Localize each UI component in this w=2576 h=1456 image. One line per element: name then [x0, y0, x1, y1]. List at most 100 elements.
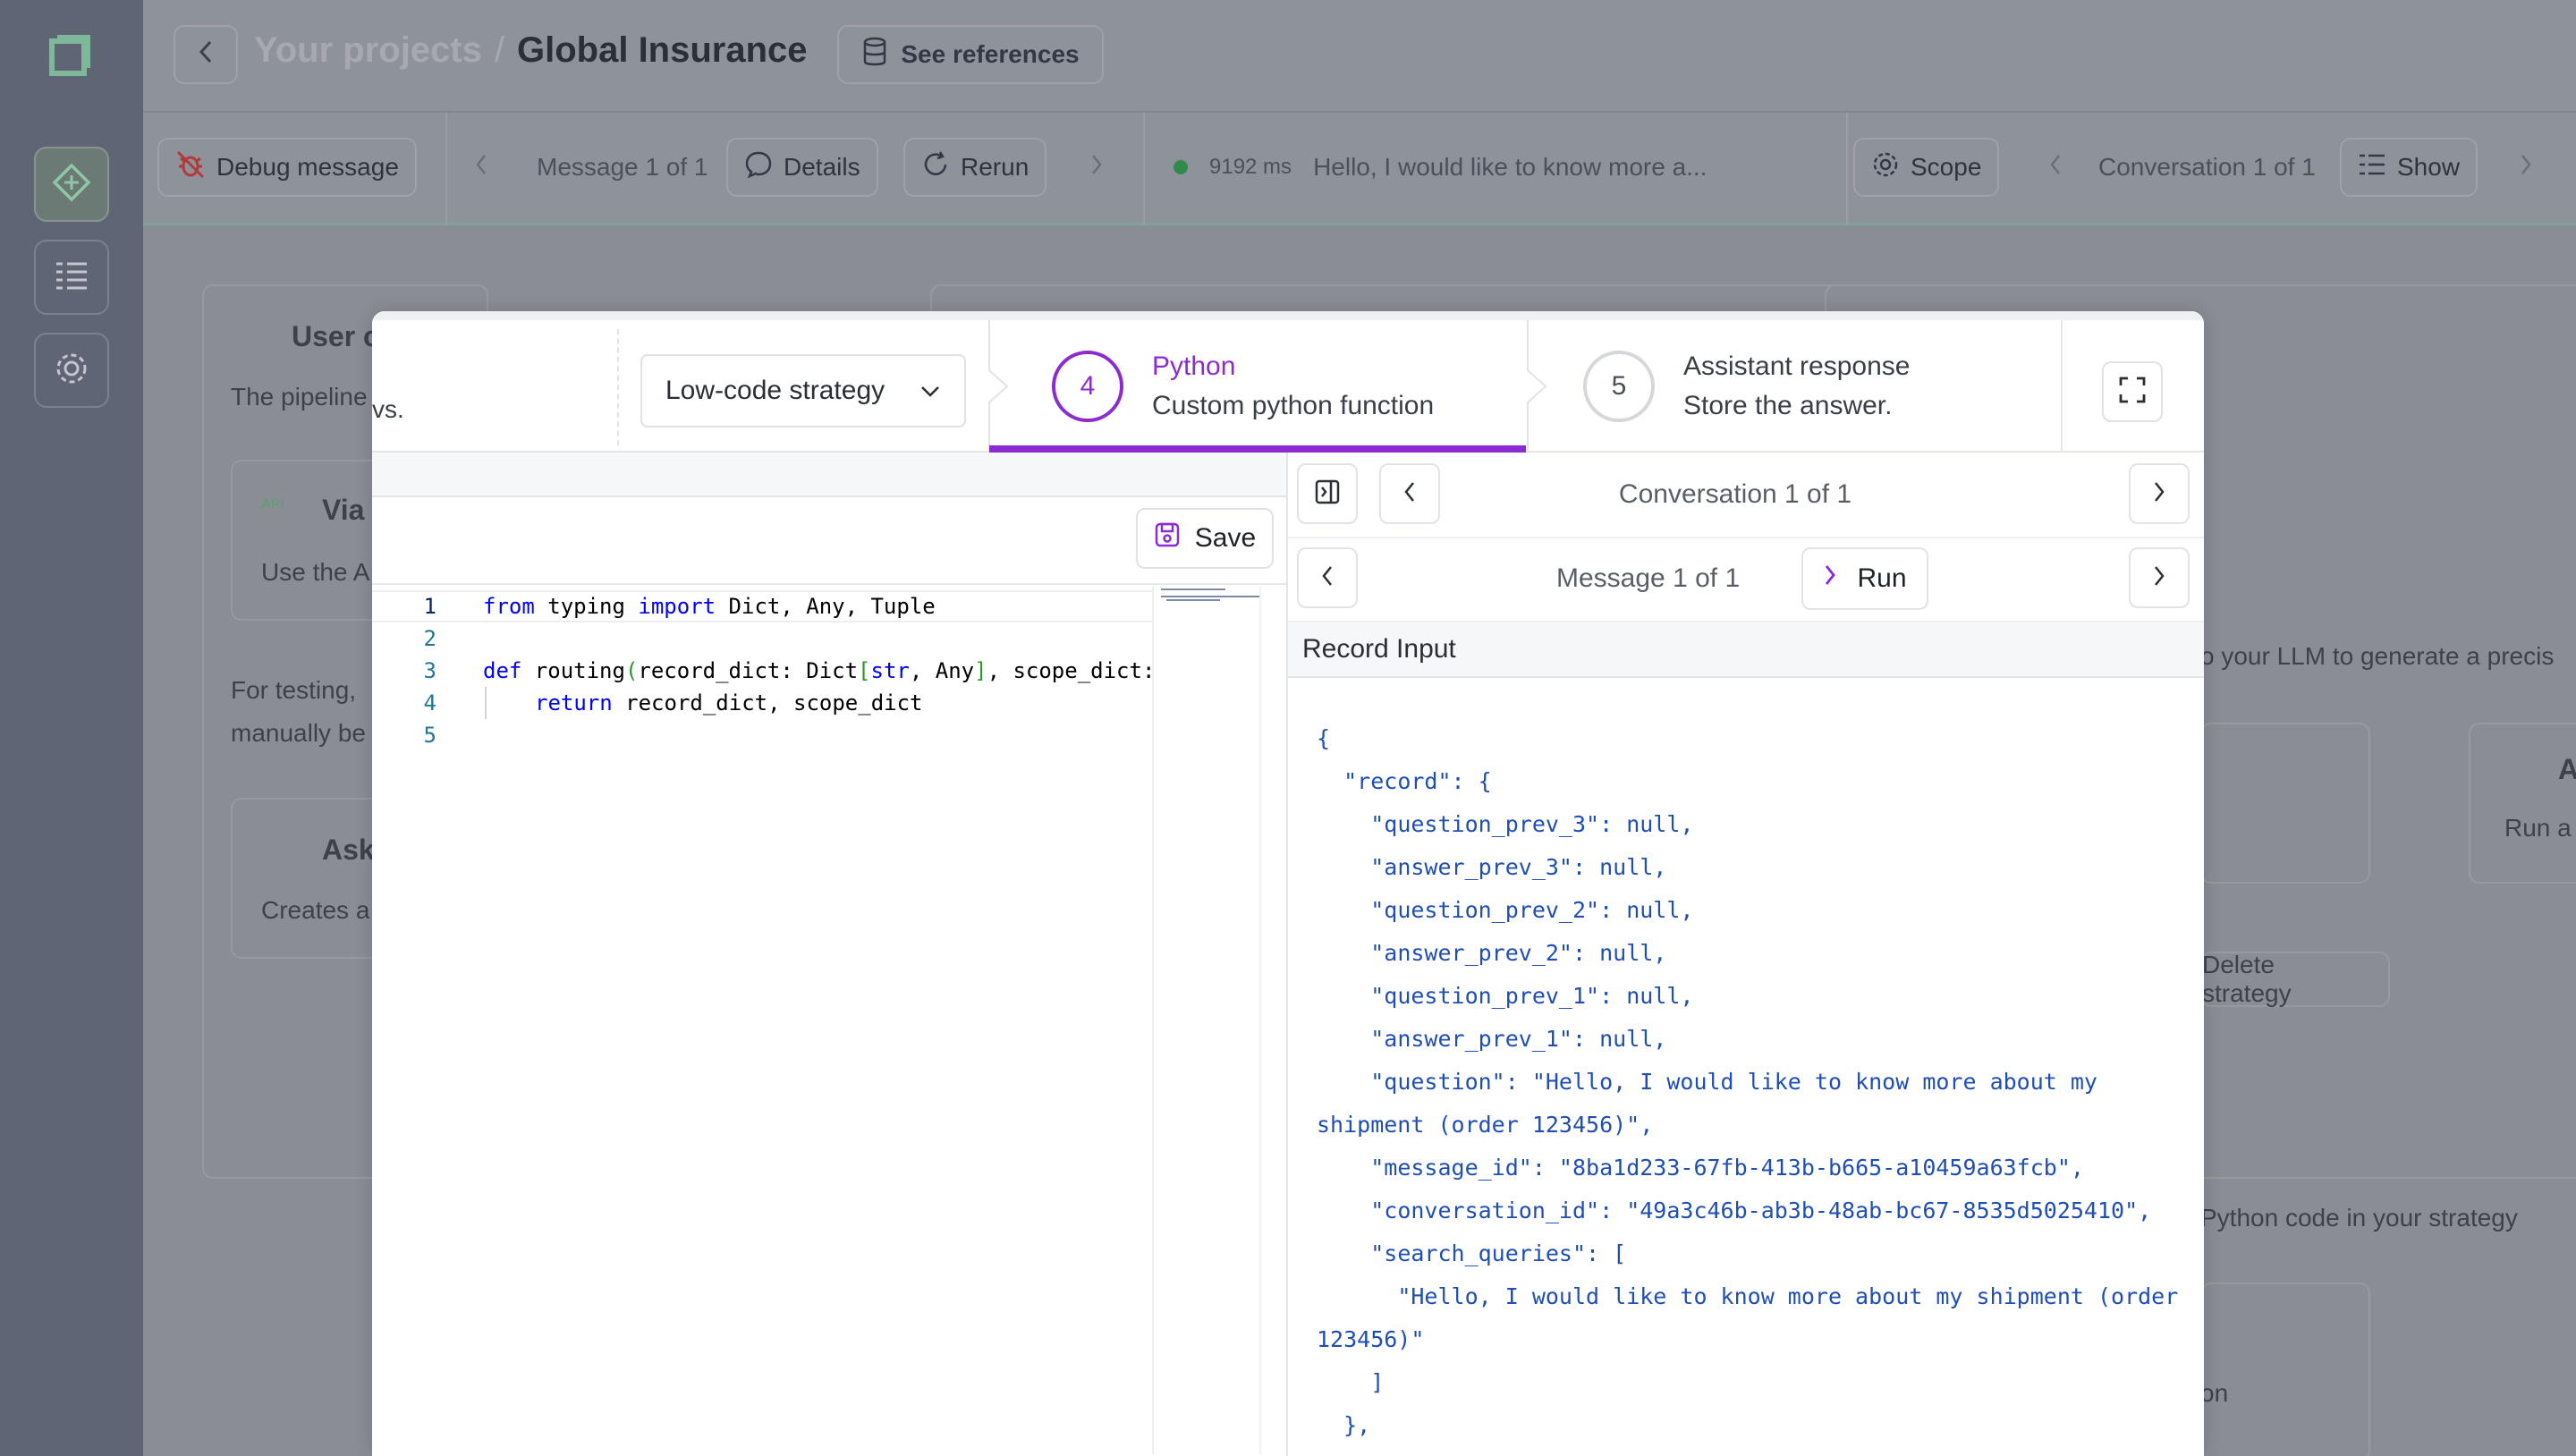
pipeline-text: The pipeline: [231, 383, 368, 411]
step-python[interactable]: 4 Python Custom python function: [1052, 320, 1434, 453]
step-divider: [617, 329, 619, 445]
strategy-select[interactable]: Low-code strategy: [640, 354, 966, 427]
breadcrumb: Your projects / Global Insurance: [254, 30, 808, 71]
breadcrumb-your-projects[interactable]: Your projects: [254, 30, 482, 71]
fullscreen-button[interactable]: [2102, 361, 2163, 422]
python-step-modal: vs. Low-code strategy 4 Python Custom py…: [372, 311, 2204, 1456]
back-button[interactable]: [174, 25, 238, 84]
next-message-button[interactable]: [2129, 547, 2190, 608]
message-counter: Message 1 of 1: [1556, 563, 1741, 593]
steps-divider: [2061, 320, 2063, 453]
minimap-line: [1166, 599, 1220, 601]
line-number: 3: [423, 658, 436, 683]
use-the-text: Use the A: [261, 558, 370, 586]
toolbar-divider: [1143, 113, 1145, 225]
panel-toggle-icon: [1314, 478, 1341, 510]
nav-list-button[interactable]: [34, 240, 109, 315]
app-sidebar: [0, 0, 143, 1456]
prev-message-button[interactable]: [1297, 547, 1358, 608]
debug-message-label: Debug message: [216, 153, 399, 181]
step-title: Assistant response: [1683, 351, 1911, 381]
conversation-counter: Conversation 1 of 1: [2098, 153, 2316, 181]
list-icon: [54, 259, 89, 296]
toolbar-divider: [445, 113, 447, 225]
code-line: 2: [372, 622, 1152, 655]
chevron-right-icon: [1089, 153, 1104, 182]
chevron-right-icon: [2152, 480, 2166, 508]
debug-message-button[interactable]: Debug message: [157, 138, 417, 197]
breadcrumb-separator: /: [494, 30, 504, 70]
step-subtitle: Store the answer.: [1683, 391, 1893, 420]
prev-conversation-button[interactable]: [1379, 463, 1440, 524]
save-button[interactable]: Save: [1136, 508, 1274, 569]
nav-settings-button[interactable]: [34, 333, 109, 408]
run-label: Run: [1857, 563, 1907, 593]
strategy-steps-bar: vs. Low-code strategy 4 Python Custom py…: [372, 311, 2204, 453]
message-counter: Message 1 of 1: [537, 153, 708, 181]
next-conversation-button[interactable]: [2519, 138, 2533, 197]
line-number: 1: [423, 594, 436, 619]
line-number: 5: [423, 723, 436, 748]
prev-message-button[interactable]: [474, 138, 488, 197]
code-minimap[interactable]: [1152, 587, 1259, 1454]
code-line-text: from typing import Dict, Any, Tuple: [483, 594, 936, 619]
run-a-text: Run a: [2504, 814, 2572, 842]
code-line: 4 return record_dict, scope_dict: [372, 687, 1152, 719]
step-assistant-response[interactable]: 5 Assistant response Store the answer.: [1583, 320, 1910, 453]
api-badge: API: [261, 497, 284, 512]
via-title: Via: [322, 494, 365, 526]
delete-strategy-label: Delete strategy: [2202, 951, 2292, 1007]
step-subtitle: Custom python function: [1152, 391, 1435, 420]
strategy-select-value: Low-code strategy: [665, 376, 886, 405]
rerun-button[interactable]: Rerun: [903, 138, 1047, 197]
on-fragment: on: [2200, 1379, 2229, 1407]
chevron-left-icon: [197, 39, 215, 71]
next-step-card[interactable]: [2469, 723, 2576, 884]
see-references-button[interactable]: See references: [837, 25, 1104, 84]
app-logo-icon[interactable]: [47, 32, 93, 79]
llm-step-card[interactable]: [2200, 723, 2370, 884]
python-step-card[interactable]: [2200, 1282, 2370, 1456]
ask-title: Ask: [322, 834, 375, 866]
conversation-counter: Conversation 1 of 1: [1618, 479, 1852, 509]
nav-pipelines-button[interactable]: [34, 147, 109, 222]
code-line-text: def routing(record_dict: Dict[str, Any],…: [483, 658, 1156, 683]
code-line: 1 from typing import Dict, Any, Tuple: [372, 590, 1152, 622]
details-label: Details: [784, 153, 860, 181]
run-button[interactable]: Run: [1801, 547, 1928, 610]
next-conversation-button[interactable]: [2129, 463, 2190, 524]
delete-strategy-button[interactable]: Delete strategy: [2200, 951, 2390, 1007]
save-label: Save: [1194, 523, 1257, 553]
code-area[interactable]: 1 from typing import Dict, Any, Tuple 2 …: [372, 587, 1156, 1454]
details-button[interactable]: Details: [726, 138, 878, 197]
chevron-down-icon: [919, 376, 941, 406]
see-references-label: See references: [901, 40, 1080, 68]
show-label: Show: [2397, 153, 2461, 181]
chat-bubble-icon: [744, 150, 773, 185]
record-json-viewer[interactable]: { "record": { "question_prev_3": null, "…: [1317, 717, 2193, 1456]
show-button[interactable]: Show: [2340, 138, 2479, 197]
scope-button[interactable]: Scope: [1853, 138, 2000, 197]
active-step-indicator: [989, 445, 1526, 453]
minimap-line: [1161, 588, 1225, 590]
code-editor-pane: Save 1 from typing import Dict, Any, Tup…: [372, 453, 1286, 1456]
editor-topbar: [372, 453, 1286, 497]
expand-icon: [2118, 376, 2147, 409]
chevron-right-icon: [2519, 153, 2533, 182]
step-number: 5: [1583, 351, 1655, 422]
chevron-left-icon: [1402, 480, 1417, 508]
next-message-button[interactable]: [1089, 138, 1104, 197]
record-inspector-pane: Conversation 1 of 1 Message 1 of 1 Run R…: [1286, 453, 2204, 1456]
code-line: 3 def routing(record_dict: Dict[str, Any…: [372, 655, 1156, 687]
step-number: 4: [1052, 351, 1123, 422]
creates-text: Creates a: [261, 896, 370, 924]
save-icon: [1154, 521, 1181, 555]
editor-scrollbar[interactable]: [1259, 587, 1286, 1454]
message-status: 9192 ms Hello, I would like to know more…: [1174, 138, 1707, 197]
for-testing-text: For testing,: [231, 676, 357, 704]
diamond-network-icon: [52, 163, 91, 207]
prev-conversation-button[interactable]: [2048, 138, 2063, 197]
chevron-left-icon: [2048, 153, 2063, 182]
row-separator: [1288, 537, 2204, 538]
toggle-panel-button[interactable]: [1297, 463, 1358, 524]
